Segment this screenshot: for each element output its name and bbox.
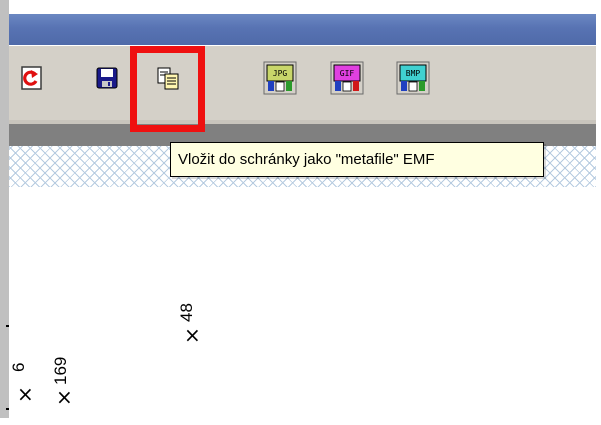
- title-bar[interactable]: [9, 14, 596, 45]
- jpg-export-icon: JPG: [263, 61, 297, 95]
- save-button[interactable]: [90, 61, 124, 95]
- frame-right: [596, 0, 601, 425]
- svg-text:BMP: BMP: [406, 69, 421, 78]
- plot-area[interactable]: [9, 187, 596, 418]
- bmp-export-icon: BMP: [396, 61, 430, 95]
- point-marker[interactable]: ×: [184, 325, 201, 345]
- frame-top: [0, 0, 601, 12]
- window-left-border: [0, 0, 9, 425]
- export-bmp-button[interactable]: BMP: [394, 61, 432, 95]
- axis-tick: [6, 408, 9, 410]
- gif-export-icon: GIF: [330, 61, 364, 95]
- point-label: 6: [9, 362, 28, 372]
- point-label: 169: [51, 356, 70, 385]
- point-marker[interactable]: ×: [17, 384, 34, 404]
- svg-text:JPG: JPG: [273, 69, 288, 78]
- floppy-disk-icon: [96, 67, 118, 89]
- screenshot: JPG GIF BMP Vložit do schránky jako "met…: [0, 0, 601, 425]
- export-gif-button[interactable]: GIF: [328, 61, 366, 95]
- point-label: 48: [177, 303, 196, 322]
- refresh-icon: [21, 66, 42, 90]
- svg-text:GIF: GIF: [340, 69, 355, 78]
- highlight-box: [130, 46, 205, 132]
- tooltip: Vložit do schránky jako "metafile" EMF: [170, 142, 544, 177]
- export-jpg-button[interactable]: JPG: [261, 61, 299, 95]
- point-marker[interactable]: ×: [56, 387, 73, 407]
- frame-bottom: [0, 418, 601, 425]
- axis-tick: [6, 325, 9, 327]
- refresh-button[interactable]: [16, 61, 46, 95]
